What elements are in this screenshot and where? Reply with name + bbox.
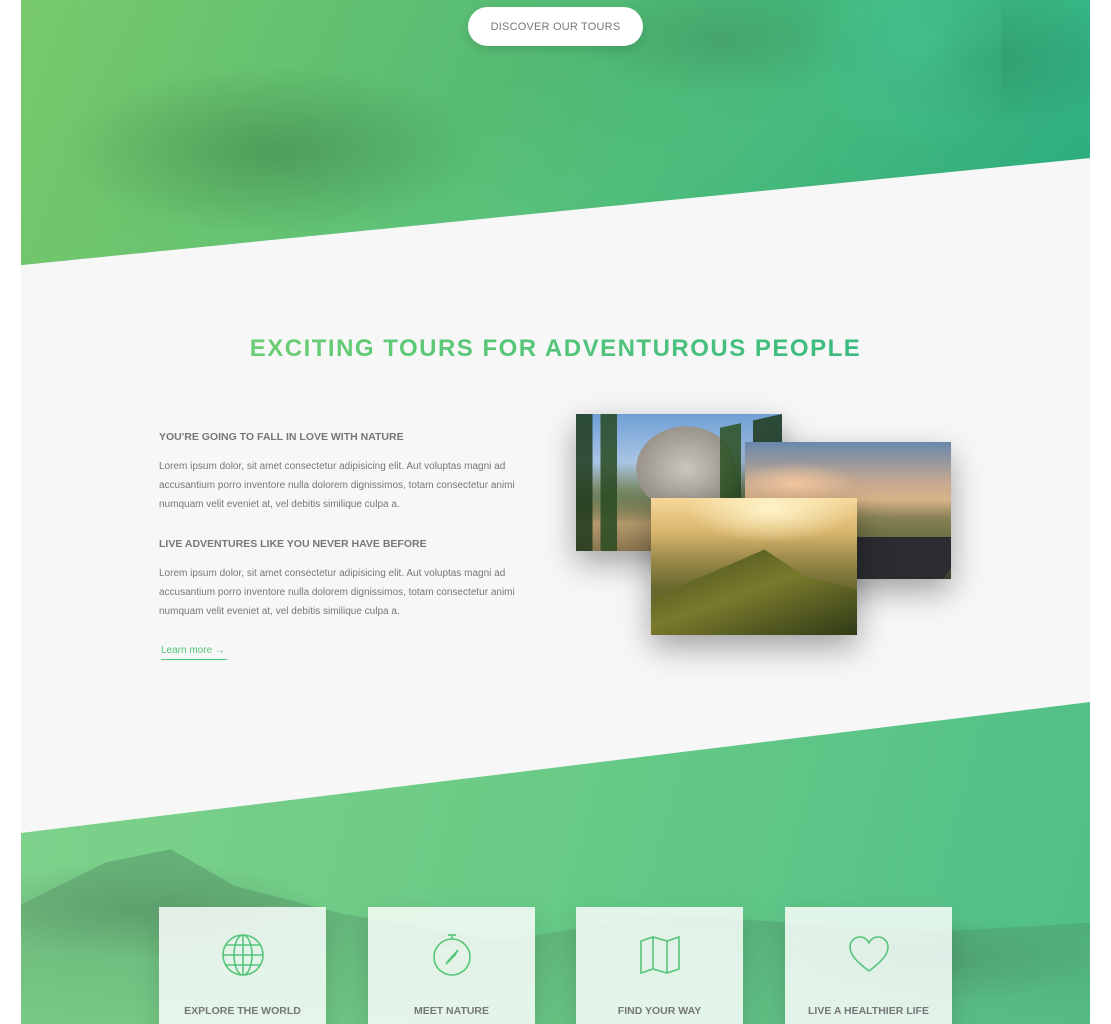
about-paragraph-2: Lorem ipsum dolor, sit amet consectetur … bbox=[159, 568, 515, 617]
section-heading: EXCITING TOURS FOR ADVENTUROUS PEOPLE bbox=[21, 335, 1090, 363]
feature-label: MEET NATURE bbox=[413, 1005, 490, 1017]
about-subheading-2: LIVE ADVENTURES LIKE YOU NEVER HAVE BEFO… bbox=[159, 538, 427, 550]
map-icon bbox=[639, 935, 680, 975]
feature-label: EXPLORE THE WORLD bbox=[184, 1005, 301, 1017]
learn-more-link[interactable]: Learn more → bbox=[161, 645, 227, 660]
feature-box-nature: MEET NATURE bbox=[368, 907, 535, 1024]
discover-tours-button[interactable]: DISCOVER OUR TOURS bbox=[468, 7, 643, 46]
feature-box-healthier: LIVE A HEALTHIER LIFE bbox=[785, 907, 952, 1024]
about-paragraph-1: Lorem ipsum dolor, sit amet consectetur … bbox=[159, 461, 515, 510]
compass-icon bbox=[432, 934, 471, 976]
about-subheading-1: YOU'RE GOING TO FALL IN LOVE WITH NATURE bbox=[159, 431, 404, 443]
globe-icon bbox=[221, 934, 264, 976]
feature-box-explore: EXPLORE THE WORLD bbox=[159, 907, 326, 1024]
hero-section: DISCOVER OUR TOURS bbox=[21, 0, 1090, 265]
hero-background-image bbox=[801, 0, 1001, 150]
page: DISCOVER OUR TOURS EXCITING TOURS FOR AD… bbox=[21, 0, 1090, 1024]
feature-box-way: FIND YOUR WAY bbox=[576, 907, 743, 1024]
tour-photo-3[interactable] bbox=[651, 498, 857, 635]
heart-icon bbox=[848, 936, 889, 973]
feature-label: LIVE A HEALTHIER LIFE bbox=[808, 1005, 929, 1017]
feature-label: FIND YOUR WAY bbox=[617, 1005, 702, 1017]
